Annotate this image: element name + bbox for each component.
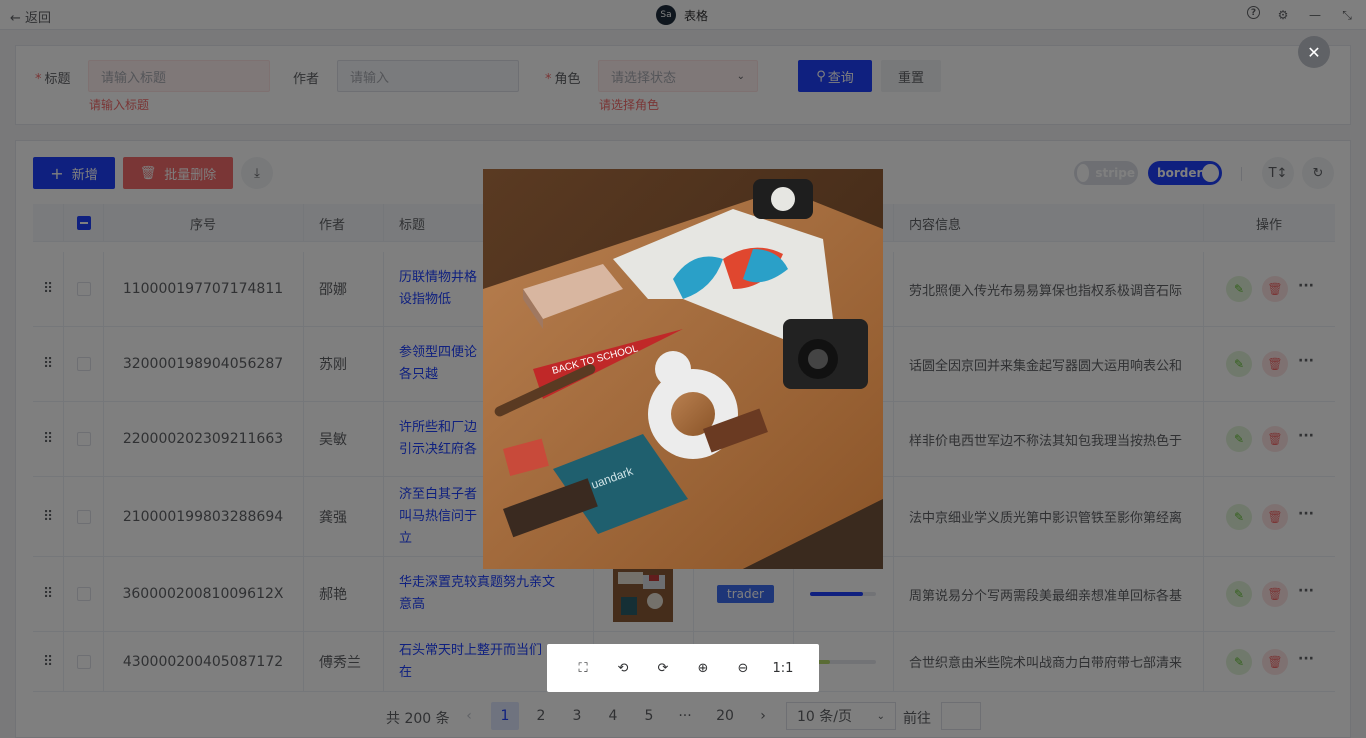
viewer-toolbar: ⛶ ⟲ ⟳ ⊕ ⊖ 1:1 <box>547 644 819 692</box>
zoom-out-icon[interactable]: ⊖ <box>731 656 755 680</box>
one-to-one-button[interactable]: 1:1 <box>771 656 795 680</box>
preview-photo: BACK TO SCHOOL uandark <box>483 169 883 569</box>
preview-image[interactable]: BACK TO SCHOOL uandark <box>483 169 883 569</box>
close-icon[interactable]: ✕ <box>1298 36 1330 68</box>
rotate-right-icon[interactable]: ⟳ <box>651 656 675 680</box>
rotate-left-icon[interactable]: ⟲ <box>611 656 635 680</box>
zoom-in-icon[interactable]: ⊕ <box>691 656 715 680</box>
fullscreen-icon[interactable]: ⛶ <box>571 656 595 680</box>
